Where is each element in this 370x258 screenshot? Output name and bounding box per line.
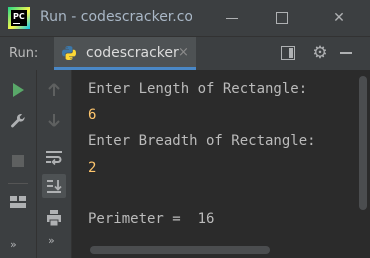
wrench-icon[interactable] bbox=[6, 109, 30, 133]
ide-window: PC Run - codescracker.com ✕ Run: codescr… bbox=[0, 0, 370, 258]
run-tab-label: codescracker bbox=[86, 45, 179, 61]
console-line: Perimeter = 16 bbox=[88, 211, 215, 227]
pycharm-logo-icon: PC bbox=[8, 7, 30, 29]
run-toolbar: Run: codescracker × ⚙ bbox=[0, 36, 370, 70]
python-icon bbox=[62, 46, 76, 60]
play-icon bbox=[13, 83, 24, 97]
run-tab-codescracker[interactable]: codescracker × bbox=[54, 37, 196, 70]
vertical-scrollbar-thumb[interactable] bbox=[359, 76, 367, 210]
minimize-button[interactable] bbox=[220, 6, 244, 30]
rerun-button[interactable] bbox=[6, 78, 30, 102]
more-actions-icon[interactable]: » bbox=[10, 238, 17, 251]
toolbar-separator bbox=[8, 183, 28, 184]
restore-layout-button[interactable] bbox=[6, 190, 30, 214]
panels-icon bbox=[10, 196, 26, 208]
soft-wrap-icon[interactable] bbox=[42, 145, 66, 169]
scroll-to-end-icon[interactable] bbox=[42, 174, 66, 198]
console-input-line: 6 bbox=[88, 107, 97, 123]
more-console-actions-icon[interactable]: » bbox=[48, 234, 55, 247]
title-bar: PC Run - codescracker.com ✕ bbox=[0, 0, 370, 36]
horizontal-scrollbar-thumb[interactable] bbox=[90, 246, 270, 254]
stop-button[interactable] bbox=[6, 149, 30, 173]
tab-close-icon[interactable]: × bbox=[178, 45, 189, 60]
print-icon[interactable] bbox=[42, 206, 66, 230]
down-arrow-icon[interactable] bbox=[42, 108, 66, 132]
horizontal-scrollbar[interactable] bbox=[72, 242, 370, 258]
logo-text: PC bbox=[13, 12, 25, 21]
console-line: Enter Length of Rectangle: bbox=[88, 81, 308, 97]
console-line: Enter Breadth of Rectangle: bbox=[88, 133, 316, 149]
stop-icon bbox=[12, 155, 24, 167]
console-output[interactable]: Enter Length of Rectangle: 6 Enter Bread… bbox=[72, 70, 355, 242]
close-button[interactable]: ✕ bbox=[327, 6, 351, 30]
minimize-icon bbox=[226, 18, 238, 19]
hide-panel-icon[interactable] bbox=[340, 52, 352, 54]
maximize-button[interactable] bbox=[270, 6, 294, 30]
window-title: Run - codescracker.com bbox=[40, 9, 192, 25]
vertical-scrollbar[interactable] bbox=[356, 70, 370, 242]
console-input-line: 2 bbox=[88, 160, 97, 176]
maximize-icon bbox=[276, 12, 288, 24]
layout-icon[interactable] bbox=[281, 46, 295, 60]
up-arrow-icon[interactable] bbox=[42, 78, 66, 102]
gear-icon[interactable]: ⚙ bbox=[311, 43, 329, 63]
run-label: Run: bbox=[9, 46, 39, 61]
